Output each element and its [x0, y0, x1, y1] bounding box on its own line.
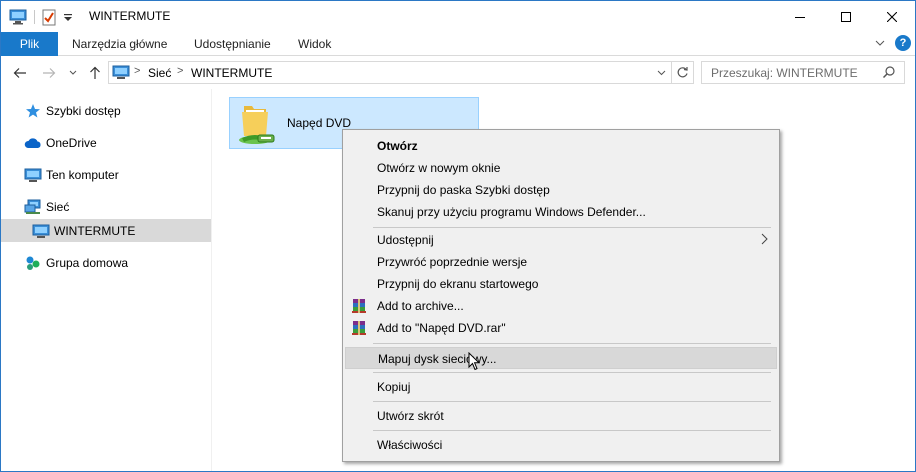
menu-item-label: Add to "Napęd DVD.rar" [377, 321, 506, 335]
mouse-cursor-icon [468, 351, 481, 374]
quick-access-divider [34, 10, 35, 24]
menu-separator [373, 401, 771, 402]
breadcrumb-wintermute[interactable]: WINTERMUTE [191, 66, 272, 80]
network-computer-icon [112, 65, 130, 83]
menu-item-create-shortcut[interactable]: Utwórz skrót [345, 405, 777, 427]
address-history-icon[interactable] [650, 62, 671, 83]
sidebar-item-this-pc[interactable]: Ten komputer [23, 164, 119, 186]
chevron-right-icon [761, 233, 768, 248]
sidebar-item-homegroup[interactable]: Grupa domowa [23, 252, 128, 274]
sidebar-item-label: Sieć [46, 200, 70, 214]
search-input[interactable]: Przeszukaj: WINTERMUTE [701, 61, 905, 84]
breadcrumb-network[interactable]: Sieć [148, 66, 171, 80]
breadcrumb-separator[interactable]: > [177, 65, 183, 77]
share-item-label: Napęd DVD [287, 116, 352, 130]
maximize-button[interactable] [823, 1, 869, 32]
sidebar-item-label: WINTERMUTE [54, 224, 136, 238]
window-computer-icon[interactable] [9, 8, 27, 26]
tab-home[interactable]: Narzędzia główne [72, 32, 167, 56]
title-bar: WINTERMUTE [1, 1, 915, 32]
forward-button[interactable] [39, 63, 59, 83]
menu-item-restore-versions[interactable]: Przywróć poprzednie wersje [345, 251, 777, 273]
menu-separator [373, 430, 771, 431]
menu-item-scan-defender[interactable]: Skanuj przy użyciu programu Windows Defe… [345, 201, 777, 223]
sidebar-item-label: Ten komputer [46, 168, 119, 182]
network-icon [23, 198, 43, 216]
homegroup-icon [23, 254, 43, 272]
menu-item-label: Przypnij do ekranu startowego [377, 277, 539, 291]
back-button[interactable] [10, 63, 30, 83]
menu-item-map-network-drive[interactable]: Mapuj dysk sieciowy... [345, 347, 777, 369]
search-icon[interactable] [882, 65, 896, 82]
computer-icon [23, 166, 43, 184]
menu-item-label: Właściwości [377, 438, 443, 452]
help-icon[interactable]: ? [895, 35, 911, 51]
tab-view[interactable]: Widok [298, 32, 331, 56]
menu-separator [373, 343, 771, 344]
sidebar-item-network[interactable]: Sieć [23, 196, 69, 218]
menu-item-label: Skanuj przy użyciu programu Windows Defe… [377, 205, 646, 219]
menu-item-add-archive[interactable]: Add to archive... [345, 295, 777, 317]
close-button[interactable] [869, 1, 915, 32]
sidebar-item-onedrive[interactable]: OneDrive [23, 132, 97, 154]
navigation-pane: Szybki dostęp OneDrive Ten komputer Sieć [1, 89, 212, 471]
breadcrumb-separator[interactable]: > [134, 65, 140, 77]
sidebar-item-label: Grupa domowa [46, 256, 129, 270]
menu-separator [373, 372, 771, 373]
menu-item-add-rar[interactable]: Add to "Napęd DVD.rar" [345, 317, 777, 339]
winrar-icon [351, 320, 367, 339]
context-menu: Otwórz Otwórz w nowym oknie Przypnij do … [342, 129, 780, 462]
refresh-icon[interactable] [671, 62, 693, 83]
menu-item-label: Przywróć poprzednie wersje [377, 255, 528, 269]
customize-quick-access-icon[interactable] [63, 8, 73, 26]
menu-item-open-new-window[interactable]: Otwórz w nowym oknie [345, 157, 777, 179]
menu-item-label: Udostępnij [377, 233, 434, 247]
menu-item-label: Kopiuj [377, 380, 411, 394]
cloud-icon [23, 134, 43, 152]
star-icon [23, 102, 43, 120]
menu-item-pin-quick-access[interactable]: Przypnij do paska Szybki dostęp [345, 179, 777, 201]
navigation-bar: > Sieć > WINTERMUTE Przeszukaj: WINTERMU… [1, 57, 915, 89]
menu-item-label: Otwórz [377, 139, 418, 153]
menu-item-label: Add to archive... [377, 299, 464, 313]
address-bar[interactable]: > Sieć > WINTERMUTE [108, 61, 694, 84]
search-placeholder: Przeszukaj: WINTERMUTE [711, 66, 858, 80]
menu-item-copy[interactable]: Kopiuj [345, 376, 777, 398]
menu-item-pin-start[interactable]: Przypnij do ekranu startowego [345, 273, 777, 295]
menu-item-share[interactable]: Udostępnij [345, 229, 777, 251]
chevron-down-icon[interactable] [873, 36, 887, 50]
menu-separator [373, 227, 771, 228]
explorer-window: WINTERMUTE Plik Narzędzia główne Udostęp… [0, 0, 916, 472]
tab-file[interactable]: Plik [1, 32, 58, 56]
menu-item-label: Otwórz w nowym oknie [377, 161, 501, 175]
recent-locations-icon[interactable] [63, 63, 83, 83]
up-button[interactable] [85, 63, 105, 83]
menu-item-open[interactable]: Otwórz [345, 135, 777, 157]
sidebar-item-quick-access[interactable]: Szybki dostęp [23, 100, 121, 122]
sidebar-item-label: OneDrive [46, 136, 97, 150]
menu-item-label: Utwórz skrót [377, 409, 444, 423]
sidebar-item-wintermute[interactable]: WINTERMUTE [31, 220, 135, 242]
properties-icon[interactable] [41, 8, 57, 26]
shared-folder-icon [236, 102, 276, 149]
minimize-button[interactable] [777, 1, 823, 32]
menu-item-label: Przypnij do paska Szybki dostęp [377, 183, 550, 197]
computer-icon [31, 222, 51, 240]
winrar-icon [351, 298, 367, 317]
tab-share[interactable]: Udostępnianie [194, 32, 271, 56]
menu-item-properties[interactable]: Właściwości [345, 434, 777, 456]
sidebar-item-label: Szybki dostęp [46, 104, 121, 118]
ribbon-tabs: Plik Narzędzia główne Udostępnianie Wido… [1, 32, 915, 56]
window-title: WINTERMUTE [89, 9, 171, 23]
